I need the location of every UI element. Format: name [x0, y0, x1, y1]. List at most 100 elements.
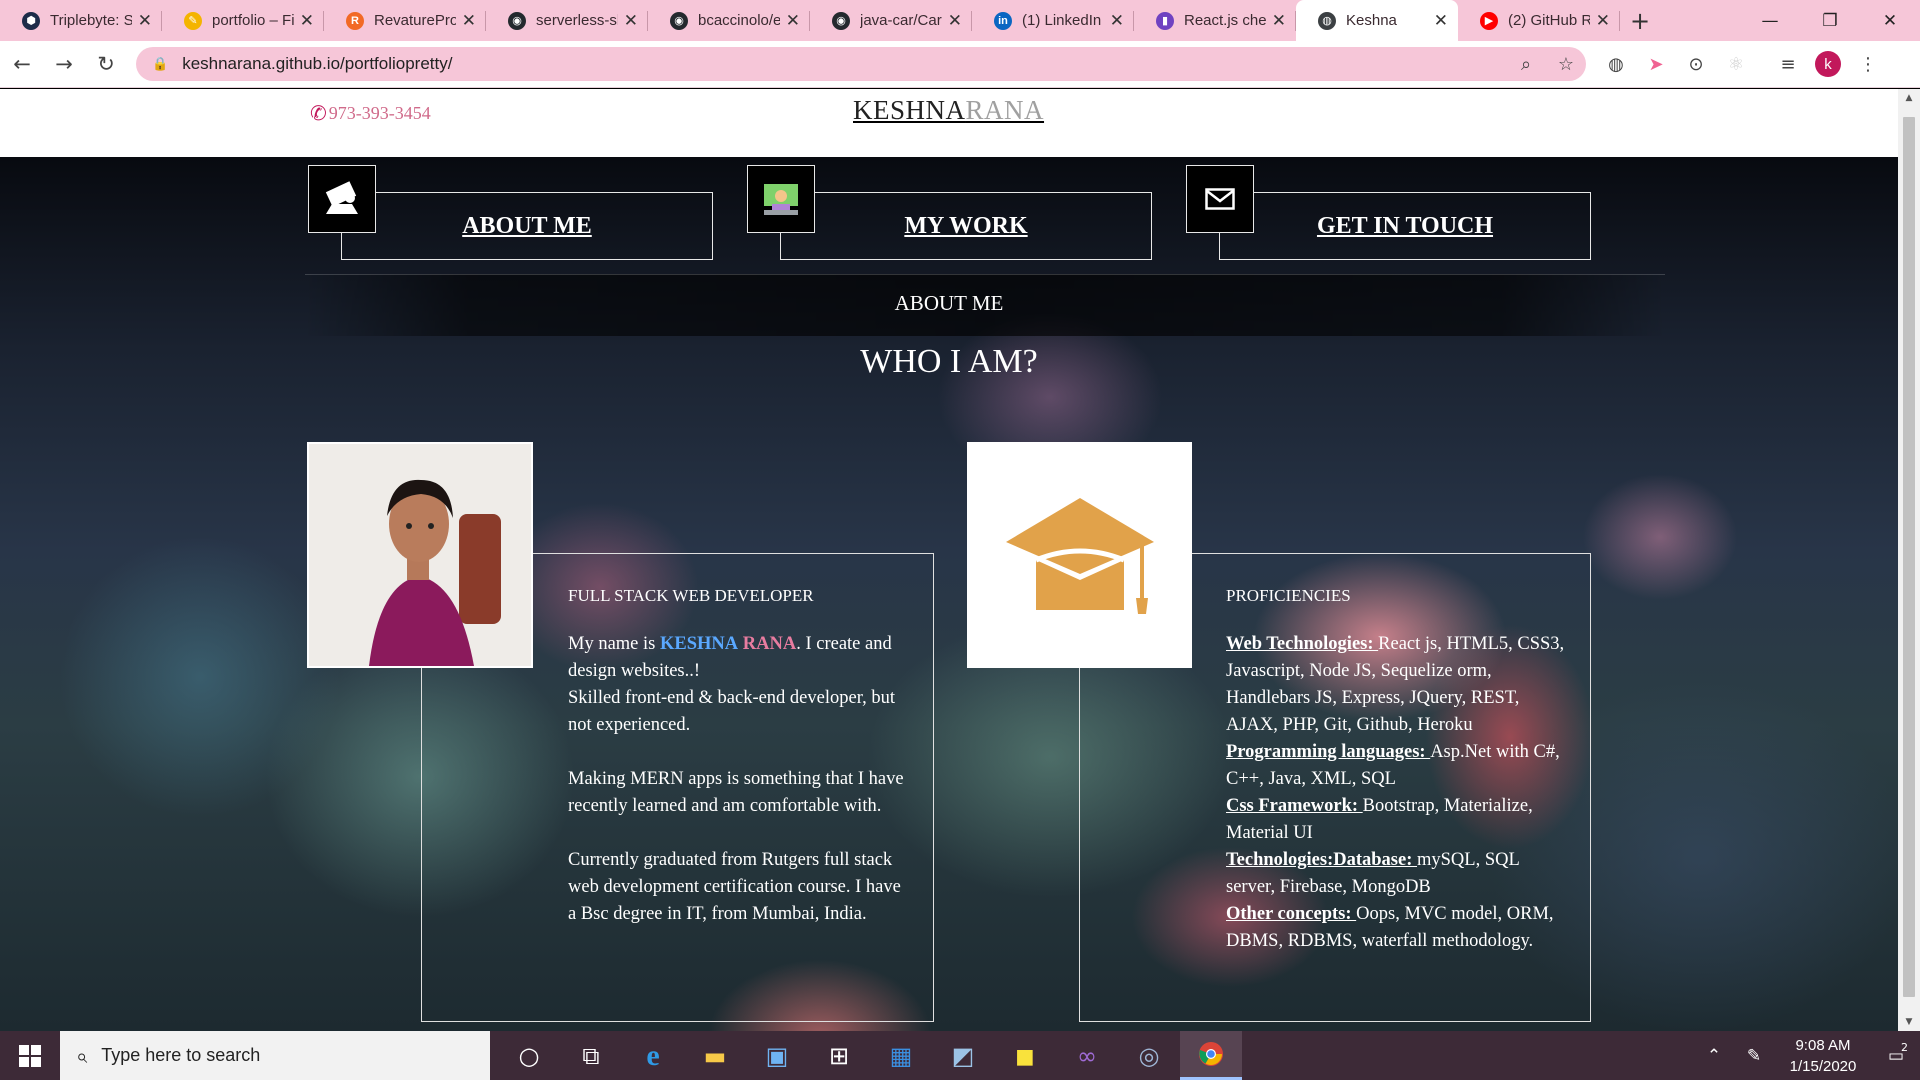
start-button[interactable]	[0, 1031, 60, 1080]
browser-tab[interactable]: R RevaturePro ✕	[324, 0, 486, 41]
reload-button[interactable]: ↻	[86, 44, 126, 84]
coder-icon	[747, 165, 815, 233]
proficiency-item: Web Technologies: React js, HTML5, CSS3,…	[1226, 631, 1566, 739]
proficiency-label: Programming languages:	[1226, 742, 1431, 762]
proficiency-item: Programming languages: Asp.Net with C#, …	[1226, 739, 1566, 793]
tab-close-icon[interactable]: ✕	[624, 11, 638, 31]
site-title[interactable]: KESHNARANA	[853, 95, 1044, 126]
pgadmin-icon[interactable]: ◎	[1118, 1031, 1180, 1080]
scrollbar-thumb[interactable]	[1903, 117, 1915, 997]
browser-menu-icon[interactable]: ⋮	[1848, 44, 1888, 84]
clock-date[interactable]: 1/15/2020	[1774, 1056, 1872, 1077]
task-view-icon[interactable]: ⧉	[560, 1031, 622, 1080]
tab-title[interactable]: RevaturePro	[374, 12, 456, 29]
tab-title[interactable]: portfolio – Fi	[212, 12, 294, 29]
new-tab-button[interactable]: +	[1620, 0, 1660, 41]
tab-favicon-icon: ✎	[184, 11, 202, 30]
tab-title[interactable]: Keshna	[1346, 12, 1428, 29]
search-icon: ⌕	[76, 1043, 88, 1068]
zoom-icon[interactable]: ⌕	[1506, 54, 1546, 75]
tab-list: ⬢ Triplebyte: S ✕ ✎ portfolio – Fi ✕ R Revature…	[0, 0, 1620, 41]
tab-close-icon[interactable]: ✕	[138, 11, 152, 31]
visual-studio-icon[interactable]: ∞	[1056, 1031, 1118, 1080]
about-para3: Currently graduated from Rutgers full st…	[568, 850, 901, 924]
nav-contact-link[interactable]: GET IN TOUCH	[1219, 213, 1591, 240]
browser-tab[interactable]: ⬢ Triplebyte: S ✕	[0, 0, 162, 41]
bookmark-star-icon[interactable]: ☆	[1546, 54, 1586, 75]
browser-tab[interactable]: ◉ java-car/Car ✕	[810, 0, 972, 41]
minimize-button[interactable]: —	[1740, 0, 1800, 41]
browser-tab[interactable]: ✎ portfolio – Fi ✕	[162, 0, 324, 41]
phone-number[interactable]: 973-393-3454	[329, 103, 431, 124]
proficiency-item: Technologies:Database: mySQL, SQL server…	[1226, 847, 1566, 901]
file-explorer-icon[interactable]: ▬	[684, 1031, 746, 1080]
tab-close-icon[interactable]: ✕	[948, 11, 962, 31]
remote-desktop-icon[interactable]: ▣	[746, 1031, 808, 1080]
lock-icon[interactable]: 🔒	[152, 56, 168, 72]
forward-button[interactable]: →	[44, 44, 84, 84]
tab-title[interactable]: (1) LinkedIn	[1022, 12, 1104, 29]
tab-close-icon[interactable]: ✕	[1272, 11, 1286, 31]
browser-tab[interactable]: ◉ serverless-sh ✕	[486, 0, 648, 41]
site-title-first[interactable]: KESHNA	[853, 95, 966, 125]
tray-chevron-up-icon[interactable]: ⌃	[1694, 1046, 1734, 1066]
tab-close-icon[interactable]: ✕	[300, 11, 314, 31]
tab-close-icon[interactable]: ✕	[462, 11, 476, 31]
clock-time[interactable]: 9:08 AM	[1774, 1035, 1872, 1056]
site-title-last[interactable]: RANA	[966, 95, 1045, 125]
close-window-button[interactable]: ✕	[1860, 0, 1920, 41]
back-button[interactable]: ←	[2, 44, 42, 84]
pen-workspace-icon[interactable]: ✎	[1734, 1046, 1774, 1066]
taskbar-search[interactable]: ⌕ Type here to search	[60, 1031, 490, 1080]
extension-grammarly-icon[interactable]: ◍	[1596, 44, 1636, 84]
media-control-icon[interactable]: ≡	[1768, 44, 1808, 84]
notifications-icon[interactable]: ▭ 2	[1872, 1041, 1920, 1066]
tab-title[interactable]: java-car/Car	[860, 12, 942, 29]
address-bar[interactable]: 🔒 keshnarana.github.io/portfoliopretty/ …	[136, 47, 1586, 81]
browser-tab[interactable]: ▶ (2) GitHub R ✕	[1458, 0, 1620, 41]
url-text[interactable]: keshnarana.github.io/portfoliopretty/	[182, 54, 1506, 74]
name-first: KESHNA	[659, 634, 739, 654]
tab-close-icon[interactable]: ✕	[1110, 11, 1124, 31]
outlook-icon[interactable]: ▦	[870, 1031, 932, 1080]
page-scrollbar[interactable]: ▲ ▼	[1898, 89, 1920, 1031]
site-header: ✆ 973-393-3454 KESHNARANA	[0, 89, 1898, 157]
cortana-icon[interactable]: ○	[498, 1031, 560, 1080]
sticky-notes-icon[interactable]: ◼	[994, 1031, 1056, 1080]
tab-title[interactable]: bcaccinolo/e	[698, 12, 780, 29]
browser-tab[interactable]: in (1) LinkedIn ✕	[972, 0, 1134, 41]
tab-title[interactable]: serverless-sh	[536, 12, 618, 29]
extension-cast-icon[interactable]: ➤	[1636, 44, 1676, 84]
tab-close-icon[interactable]: ✕	[786, 11, 800, 31]
browser-tab[interactable]: ▮ React.js chea ✕	[1134, 0, 1296, 41]
scroll-up-arrow-icon[interactable]: ▲	[1898, 93, 1920, 103]
tab-close-icon[interactable]: ✕	[1596, 11, 1610, 31]
browser-tab[interactable]: ◍ Keshna ✕	[1296, 0, 1458, 41]
browser-tab[interactable]: ◉ bcaccinolo/e ✕	[648, 0, 810, 41]
extension-code-icon[interactable]: ⊙	[1676, 44, 1716, 84]
page-viewport: ✆ 973-393-3454 KESHNARANA ABOUT ME MY WO…	[0, 89, 1920, 1031]
tab-title[interactable]: (2) GitHub R	[1508, 12, 1590, 29]
tab-title[interactable]: React.js chea	[1184, 12, 1266, 29]
sql-server-icon[interactable]: ◩	[932, 1031, 994, 1080]
nav-work-link[interactable]: MY WORK	[780, 213, 1152, 240]
store-icon[interactable]: ⊞	[808, 1031, 870, 1080]
proficiency-label: Web Technologies:	[1226, 634, 1379, 654]
taskbar-search-placeholder[interactable]: Type here to search	[101, 1045, 260, 1066]
scroll-down-arrow-icon[interactable]: ▼	[1898, 1017, 1920, 1027]
profile-photo	[307, 442, 533, 668]
taskbar: ⌕ Type here to search ○ ⧉ e ▬ ▣ ⊞ ▦ ◩ ◼ …	[0, 1031, 1920, 1080]
chrome-icon[interactable]	[1180, 1031, 1242, 1080]
nav-about-link[interactable]: ABOUT ME	[341, 213, 713, 240]
phone-contact[interactable]: ✆ 973-393-3454	[310, 101, 431, 125]
edge-icon[interactable]: e	[622, 1031, 684, 1080]
maximize-button[interactable]: ❐	[1800, 0, 1860, 41]
browser-toolbar: ← → ↻ 🔒 keshnarana.github.io/portfoliopr…	[0, 41, 1920, 88]
profile-avatar[interactable]: k	[1815, 51, 1841, 77]
tab-close-icon[interactable]: ✕	[1434, 11, 1448, 31]
about-intro: My name is KESHNA RANA. I create and des…	[568, 634, 892, 681]
extension-react-icon[interactable]: ⚛	[1716, 44, 1756, 84]
about-heading: FULL STACK WEB DEVELOPER	[568, 586, 814, 605]
tab-title[interactable]: Triplebyte: S	[50, 12, 132, 29]
clock[interactable]: 9:08 AM 1/15/2020	[1774, 1035, 1872, 1077]
